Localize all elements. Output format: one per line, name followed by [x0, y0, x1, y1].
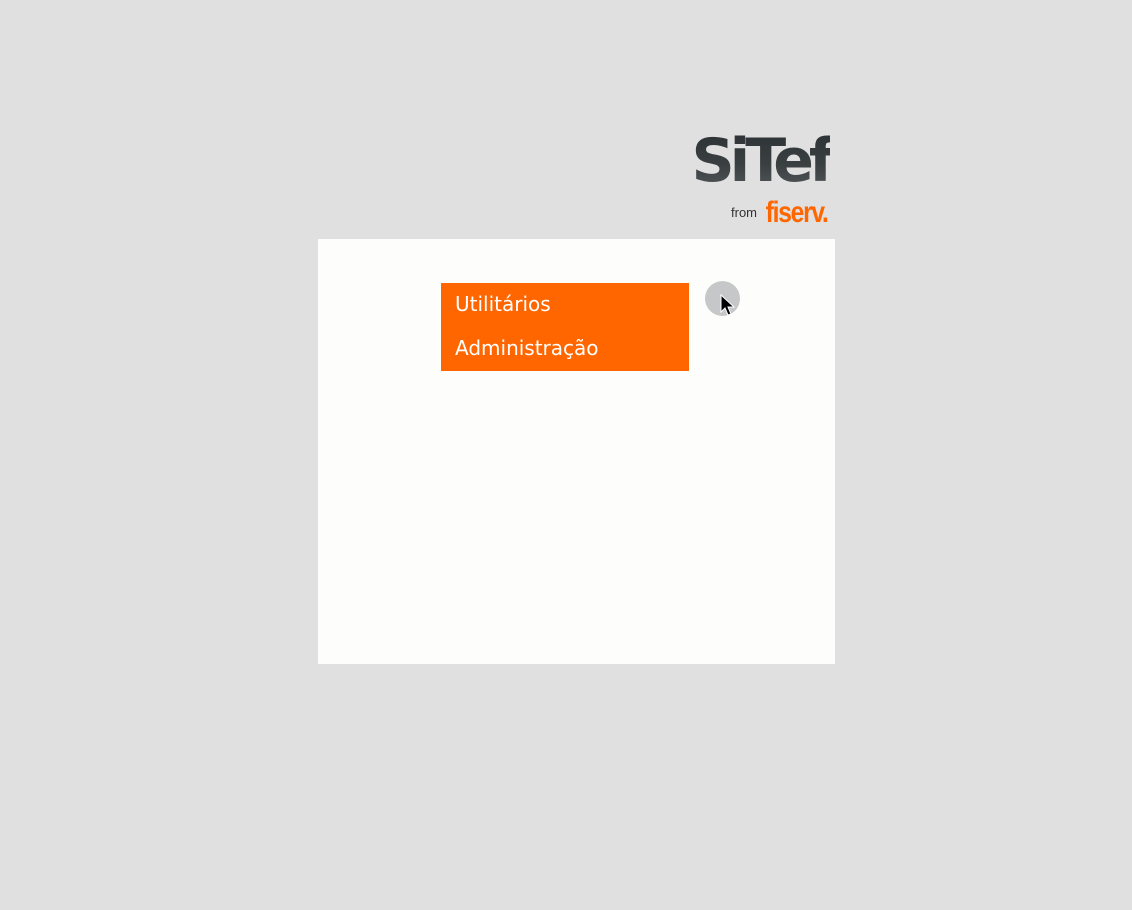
sitef-logo-text: SiTef	[691, 126, 835, 196]
main-panel: Utilitários Administração	[318, 239, 835, 664]
sitef-fiserv-logo: SiTef from fiserv.	[674, 126, 835, 236]
menu-item-utilitarios[interactable]: Utilitários	[441, 283, 689, 327]
logo-from-text: from	[731, 205, 757, 220]
menu-item-administracao[interactable]: Administração	[441, 327, 689, 371]
fiserv-logo-text: fiserv.	[765, 196, 829, 229]
dropdown-menu: Utilitários Administração	[441, 283, 689, 371]
mouse-pointer-icon	[720, 294, 736, 316]
